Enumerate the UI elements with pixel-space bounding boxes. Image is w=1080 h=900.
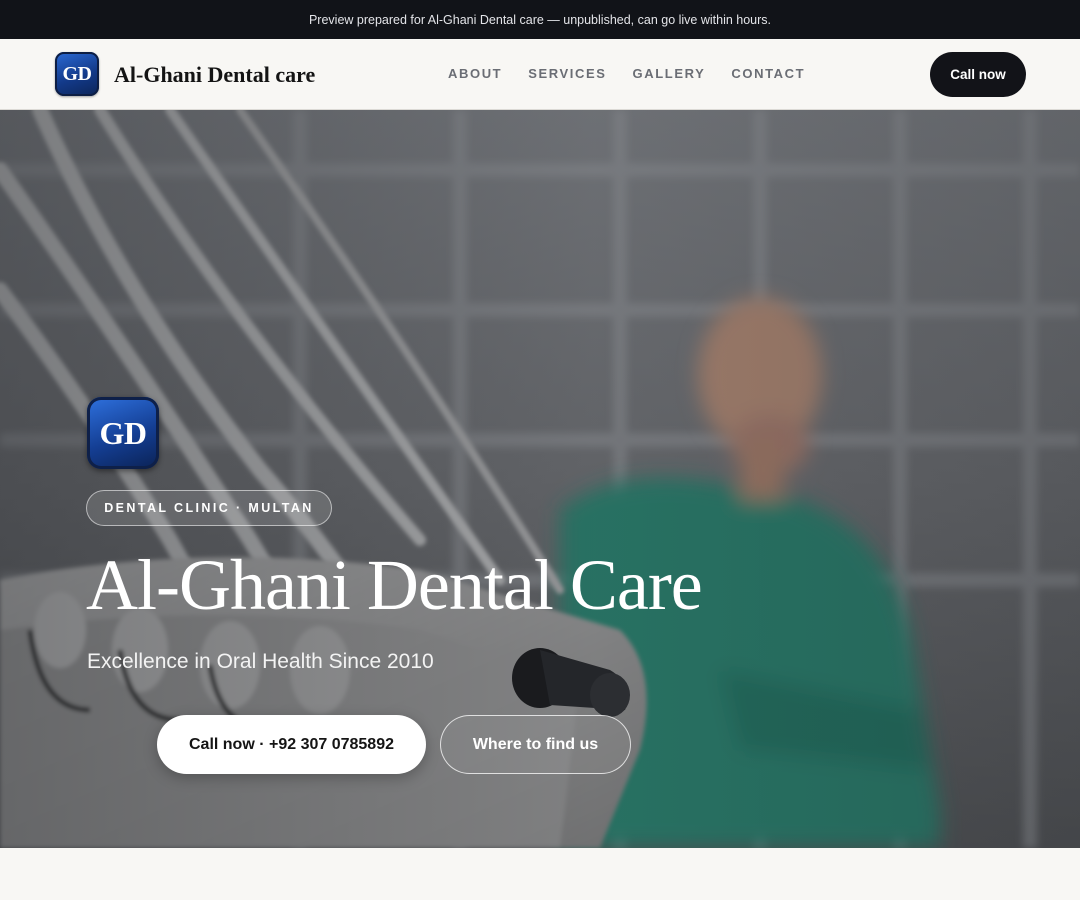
hero-title: Al-Ghani Dental Care: [86, 545, 703, 625]
hero-logo-badge: GD: [87, 397, 159, 469]
announcement-text: Preview prepared for Al-Ghani Dental car…: [308, 12, 772, 27]
site-header: GD Al-Ghani Dental care ABOUT SERVICES G…: [0, 39, 1080, 110]
nav-link-services[interactable]: SERVICES: [528, 66, 606, 81]
hero-section: GD DENTAL CLINIC · MULTAN Al-Ghani Denta…: [0, 110, 1080, 848]
hero-subtitle: Excellence in Oral Health Since 2010: [87, 650, 434, 673]
main-menu: ABOUT SERVICES GALLERY CONTACT: [448, 66, 805, 81]
call-now-button[interactable]: Call now: [930, 52, 1026, 97]
hero-logo-text: GD: [99, 414, 148, 451]
call-phone-button[interactable]: Call now · +92 307 0785892: [157, 715, 426, 774]
logo-badge[interactable]: GD: [55, 52, 99, 96]
nav-link-gallery[interactable]: GALLERY: [633, 66, 706, 81]
announcement-bar: Preview prepared for Al-Ghani Dental car…: [0, 0, 1080, 39]
find-us-button[interactable]: Where to find us: [440, 715, 631, 774]
logo-text: GD: [62, 62, 93, 85]
nav-link-contact[interactable]: CONTACT: [731, 66, 805, 81]
brand-name[interactable]: Al-Ghani Dental care: [114, 62, 315, 88]
location-tag: DENTAL CLINIC · MULTAN: [86, 490, 332, 526]
nav-link-about[interactable]: ABOUT: [448, 66, 502, 81]
